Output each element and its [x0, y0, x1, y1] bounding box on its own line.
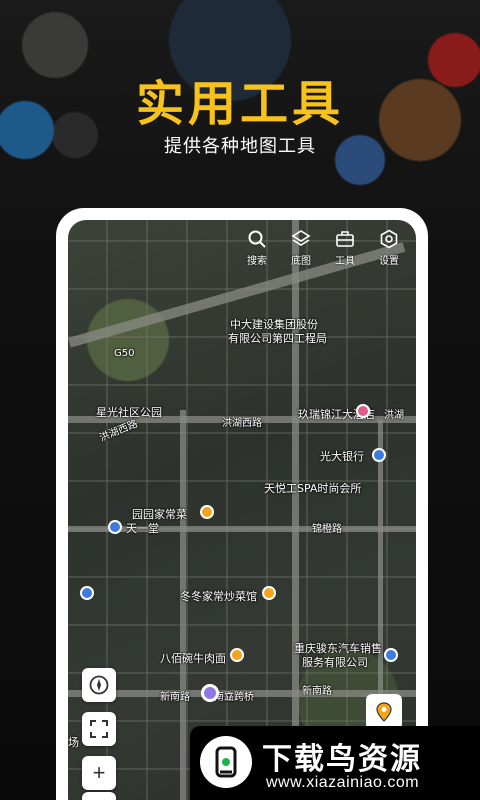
map-label-g50: G50	[114, 348, 135, 359]
phone-frame: G50 中大建设集团股份 有限公司第四工程局 星光社区公园 洪湖西路 洪湖西路 …	[56, 208, 428, 800]
map-label-company2: 有限公司第四工程局	[228, 332, 327, 345]
hero-title: 实用工具	[135, 76, 344, 132]
toolbar-search-button[interactable]: 搜索	[238, 228, 276, 267]
location-pin-icon	[376, 702, 392, 722]
zoom-in-button[interactable]: +	[82, 756, 116, 790]
map-label-xinnan-road-1: 新南路	[160, 692, 190, 703]
toolbar-search-label: 搜索	[247, 256, 267, 267]
toolbar-tools-label: 工具	[335, 256, 355, 267]
toolbox-icon	[334, 228, 356, 250]
bank-poi-icon[interactable]	[372, 448, 386, 462]
toolbar-tools-button[interactable]: 工具	[326, 228, 364, 267]
map-label-auto-service-2: 服务有限公司	[302, 656, 368, 669]
map-label-tianyi: 天一堂	[126, 522, 159, 535]
compass-button[interactable]	[82, 668, 116, 702]
map-toolbar: 搜索 底图 工具 设置	[238, 228, 408, 267]
fullscreen-icon	[90, 720, 108, 738]
watermark-logo-icon	[200, 736, 252, 788]
restaurant-poi-icon[interactable]	[200, 505, 214, 519]
layers-icon	[290, 228, 312, 250]
hotel-poi-icon[interactable]	[356, 404, 370, 418]
map-label-dongdong: 冬冬家常炒菜馆	[180, 590, 257, 603]
map-label-jincheng-road: 锦橙路	[312, 524, 342, 535]
map-label-chang: 场	[68, 736, 79, 749]
dongdong-poi-icon[interactable]	[262, 586, 276, 600]
toolbar-basemap-label: 底图	[291, 256, 311, 267]
toolbar-basemap-button[interactable]: 底图	[282, 228, 320, 267]
settings-icon	[378, 228, 400, 250]
map-label-xinnan-road-3: 新南路	[302, 686, 332, 697]
road-vertical-1	[180, 410, 186, 800]
map-label-spa: 天悦工SPA时尚会所	[264, 482, 362, 495]
left-poi-icon[interactable]	[80, 586, 94, 600]
tianyi-poi-icon[interactable]	[108, 520, 122, 534]
toolbar-settings-label: 设置	[379, 256, 399, 267]
compass-icon	[89, 675, 109, 695]
search-icon	[246, 228, 268, 250]
road-vertical-2	[292, 220, 299, 800]
babai-poi-icon[interactable]	[230, 648, 244, 662]
map-label-honghu-west-2: 洪湖西路	[222, 418, 262, 429]
current-location-dot	[201, 684, 219, 702]
map-view[interactable]: G50 中大建设集团股份 有限公司第四工程局 星光社区公园 洪湖西路 洪湖西路 …	[68, 220, 416, 800]
hero-subtitle: 提供各种地图工具	[164, 136, 316, 157]
watermark-url: www.xiazainiao.com	[266, 774, 420, 791]
map-label-honghu-right: 洪湖	[384, 410, 404, 421]
watermark-title: 下载鸟资源	[262, 742, 422, 777]
toolbar-settings-button[interactable]: 设置	[370, 228, 408, 267]
zoom-out-button[interactable]: −	[82, 792, 116, 800]
watermark-banner: 下载鸟资源 www.xiazainiao.com	[190, 726, 480, 800]
fullscreen-button[interactable]	[82, 712, 116, 746]
map-label-bank: 光大银行	[320, 450, 364, 463]
auto-poi-icon[interactable]	[384, 648, 398, 662]
locate-button[interactable]	[366, 694, 402, 730]
map-label-babai: 八佰碗牛肉面	[160, 652, 226, 665]
map-label-bridge: 立跨桥	[224, 692, 254, 703]
